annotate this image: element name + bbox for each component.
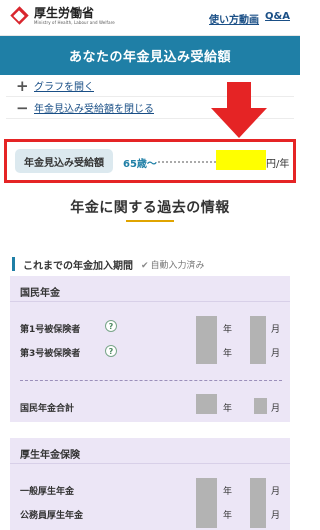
pension-amount-label: 年金見込み受給額 [15, 149, 113, 173]
national-pension-panel: 国民年金 第1号被保険者 ? 年 月 第3号被保険者 ? 年 月 国民年金合計 … [10, 276, 290, 422]
auto-filled-status: ✔ 自動入力済み [141, 258, 205, 271]
top-bar: 厚生労働省 Ministry of Health, Labour and Wel… [0, 0, 300, 36]
civil-servant-pension-label: 公務員厚生年金 [20, 511, 84, 521]
open-graph-label: グラフを開く [34, 82, 94, 93]
divider [20, 380, 282, 381]
close-amount-label: 年金見込み受給額を閉じる [34, 104, 154, 115]
pension-amount-box: 年金見込み受給額 65歳〜 円/年 [4, 139, 296, 183]
category-1-label: 第1号被保険者 [20, 325, 81, 335]
faq-link[interactable]: Q&A [265, 11, 290, 26]
month-unit: 月 [271, 349, 281, 359]
help-icon[interactable]: ? [105, 320, 117, 332]
logo-subtext: Ministry of Health, Labour and Welfare [34, 20, 115, 25]
mhlw-logo[interactable]: 厚生労働省 Ministry of Health, Labour and Wel… [10, 6, 115, 26]
months-value-redacted [250, 338, 266, 364]
red-arrow-down-icon [211, 82, 267, 138]
months-value-redacted [250, 502, 266, 528]
year-unit: 年 [223, 404, 233, 414]
month-unit: 月 [271, 487, 281, 497]
year-unit: 年 [223, 349, 233, 359]
minus-icon: − [16, 98, 29, 117]
heading-bar [12, 257, 15, 271]
logo-text: 厚生労働省 [34, 6, 95, 20]
section-title: 年金に関する過去の情報 [70, 200, 230, 216]
year-unit: 年 [223, 487, 233, 497]
month-unit: 月 [271, 325, 281, 335]
year-unit: 年 [223, 325, 233, 335]
section-underline [126, 220, 174, 222]
months-value-redacted [250, 316, 266, 338]
years-value-redacted [196, 338, 217, 364]
total-months-redacted [254, 398, 267, 414]
years-value-redacted [196, 478, 217, 502]
years-value-redacted [196, 316, 217, 338]
category-3-label: 第3号被保険者 [20, 349, 81, 359]
start-age: 65歳〜 [123, 159, 157, 170]
national-pension-title: 国民年金 [20, 288, 60, 299]
employee-pension-panel: 厚生年金保険 一般厚生年金 年 月 公務員厚生年金 年 月 [10, 438, 290, 530]
plus-icon: + [16, 76, 29, 95]
auto-filled-label: 自動入力済み [150, 260, 205, 271]
employee-pension-title: 厚生年金保険 [20, 450, 80, 461]
years-value-redacted [196, 502, 217, 528]
page-title: あなたの年金見込み受給額 [0, 36, 300, 75]
help-icon[interactable]: ? [105, 345, 117, 357]
logo-mark-icon [10, 6, 30, 26]
dotted-leader [158, 161, 216, 163]
year-unit: 年 [223, 511, 233, 521]
month-unit: 月 [271, 511, 281, 521]
general-employee-pension-label: 一般厚生年金 [20, 487, 75, 497]
national-pension-total-label: 国民年金合計 [20, 404, 75, 414]
check-icon: ✔ [141, 260, 149, 271]
enrollment-period-title: これまでの年金加入期間 [23, 260, 133, 272]
month-unit: 月 [271, 404, 281, 414]
total-years-redacted [196, 394, 217, 414]
amount-unit: 円/年 [266, 159, 290, 170]
enrollment-period-header: これまでの年金加入期間 ✔ 自動入力済み [12, 256, 205, 272]
redacted-amount [216, 150, 266, 170]
how-to-video-link[interactable]: 使い方動画 [209, 11, 259, 26]
months-value-redacted [250, 478, 266, 502]
